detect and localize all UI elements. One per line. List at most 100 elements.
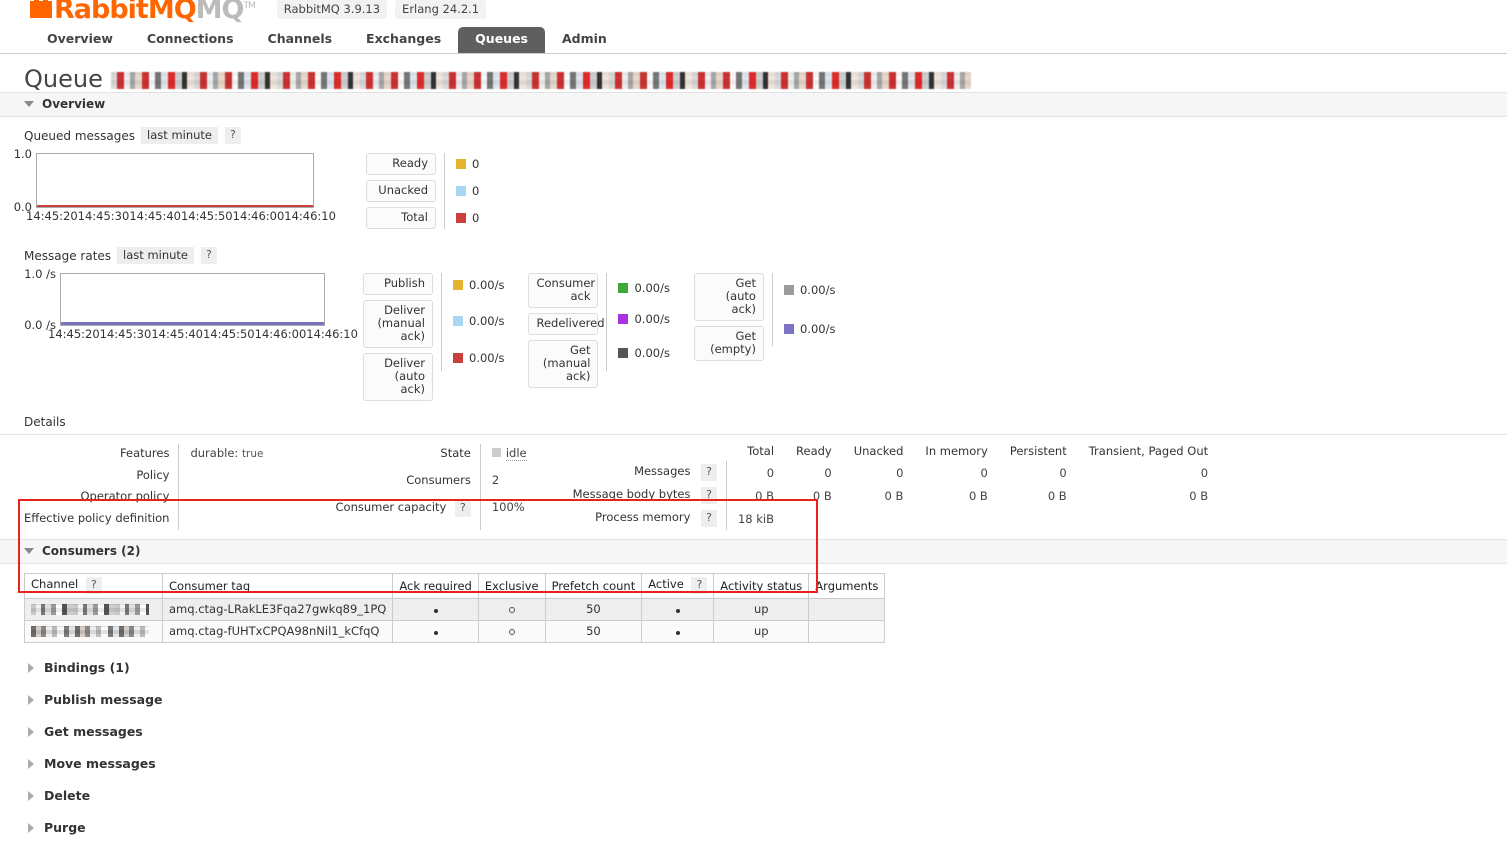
logo-tm-mark: TM xyxy=(243,1,255,11)
section-purge[interactable]: Purge xyxy=(0,812,1507,844)
message-rates-help-icon[interactable]: ? xyxy=(201,247,217,264)
cell-active xyxy=(641,620,715,643)
legend-button-consumer-ack[interactable]: Consumer ack xyxy=(528,273,599,308)
active-help-icon[interactable]: ? xyxy=(691,577,708,594)
section-publish-message[interactable]: Publish message xyxy=(0,684,1507,716)
body-bytes-help-icon[interactable]: ? xyxy=(701,487,717,504)
consumer-capacity-text: Consumer capacity xyxy=(335,500,447,515)
rates-y-min-label: 0.0 /s xyxy=(24,318,56,332)
consumers-label: Consumers xyxy=(406,473,471,488)
features-label: Features xyxy=(120,446,170,460)
cell-channel[interactable] xyxy=(24,620,163,643)
consumers-table-header: Channel ? Consumer tag Ack required Excl… xyxy=(24,573,886,599)
legend-button-publish[interactable]: Publish xyxy=(363,273,433,295)
queued-messages-range-button[interactable]: last minute xyxy=(141,127,219,144)
queued-xtick-5: 14:46:10 xyxy=(284,209,336,223)
rates-legend-col3: Get (auto ack) Get (empty) 0.00/s 0.00/s xyxy=(693,273,835,361)
detail-row-effective-policy: Effective policy definition xyxy=(24,508,276,530)
swatch-consumer-ack xyxy=(618,282,629,293)
process-memory-help-icon[interactable]: ? xyxy=(701,510,717,527)
details-stats-table: Total Ready Unacked In memory Persistent… xyxy=(573,444,1220,530)
cell-channel[interactable] xyxy=(24,598,163,621)
queued-messages-chart-row: 1.0 0.0 14:45:20 14:45:30 14:45:40 14:45… xyxy=(14,147,1507,229)
legend-button-total[interactable]: Total xyxy=(366,207,436,229)
tab-channels[interactable]: Channels xyxy=(251,27,350,53)
channel-help-icon[interactable]: ? xyxy=(85,577,102,594)
consumers-value: 2 xyxy=(479,471,539,499)
cell-exclusive xyxy=(477,598,546,621)
cell-activity-status: up xyxy=(713,620,810,643)
tab-overview[interactable]: Overview xyxy=(30,27,130,53)
stats-messages-unacked: 0 xyxy=(896,465,904,480)
rates-xtick-5: 14:46:10 xyxy=(306,327,358,341)
stats-body-persistent: 0 B xyxy=(1047,488,1067,503)
tab-admin[interactable]: Admin xyxy=(545,27,624,53)
legend-button-redelivered[interactable]: Redelivered xyxy=(528,313,605,335)
rabbitmq-logo[interactable]: RabbitMQMQTM xyxy=(30,0,256,23)
exclusive-false-icon xyxy=(509,602,515,616)
cell-consumer-tag: amq.ctag-fUHTxCPQA98nNil1_kCfqQ xyxy=(161,620,394,643)
legend-button-deliver-auto-ack[interactable]: Deliver (auto ack) xyxy=(363,353,433,401)
erlang-version-badge: Erlang 24.2.1 xyxy=(395,0,487,19)
queued-y-max-label: 1.0 xyxy=(13,147,32,161)
ack-required-true-icon xyxy=(434,624,438,638)
legend-button-get-auto-ack[interactable]: Get (auto ack) xyxy=(693,273,764,321)
legend-button-get-empty[interactable]: Get (empty) xyxy=(693,326,764,361)
operator-policy-value xyxy=(178,487,276,509)
swatch-get-manual-ack xyxy=(618,348,629,358)
value-consumer-ack: 0.00/s xyxy=(634,280,670,295)
section-get-messages-label: Get messages xyxy=(44,724,143,739)
section-purge-label: Purge xyxy=(44,820,86,835)
stats-row-process-memory: Process memory ? 18 kiB xyxy=(573,507,1220,530)
legend-button-ready[interactable]: Ready xyxy=(366,153,436,175)
queued-messages-help-icon[interactable]: ? xyxy=(225,127,241,144)
section-overview[interactable]: Overview xyxy=(0,92,1507,117)
section-overview-label: Overview xyxy=(42,97,106,111)
tab-exchanges[interactable]: Exchanges xyxy=(349,27,458,53)
section-delete[interactable]: Delete xyxy=(0,780,1507,812)
queued-messages-legend: Ready Unacked Total 0 0 0 xyxy=(366,153,479,229)
ack-required-true-icon xyxy=(434,602,438,616)
effective-policy-label: Effective policy definition xyxy=(24,510,170,525)
legend-button-get-manual-ack[interactable]: Get (manual ack) xyxy=(528,340,599,388)
section-get-messages[interactable]: Get messages xyxy=(0,716,1507,748)
section-move-messages[interactable]: Move messages xyxy=(0,748,1507,780)
section-consumers[interactable]: Consumers (2) xyxy=(0,539,1507,564)
main-navigation: Overview Connections Channels Exchanges … xyxy=(0,27,1507,54)
state-label: State xyxy=(440,446,471,460)
channel-redacted-value xyxy=(31,604,149,615)
tab-queues[interactable]: Queues xyxy=(458,27,545,53)
section-publish-message-label: Publish message xyxy=(44,692,163,707)
stats-col-ready: Ready xyxy=(796,444,832,458)
table-row[interactable]: amq.ctag-fUHTxCPQA98nNil1_kCfqQ 50 up xyxy=(24,620,886,643)
stats-body-unacked: 0 B xyxy=(884,488,904,503)
consumer-capacity-help-icon[interactable]: ? xyxy=(455,500,471,518)
rates-legend-col1: Publish Deliver (manual ack) Deliver (au… xyxy=(363,273,504,401)
details-section: Details Features durable: true Policy Op… xyxy=(0,411,1507,530)
tab-connections[interactable]: Connections xyxy=(130,27,251,53)
legend-value-consumer-ack: 0.00/s xyxy=(618,273,670,302)
operator-policy-label: Operator policy xyxy=(80,489,170,503)
queued-series-total-line xyxy=(37,205,313,207)
rates-legend-values-1: 0.00/s 0.00/s 0.00/s xyxy=(441,273,504,371)
stats-body-ready: 0 B xyxy=(812,488,832,503)
details-body: Features durable: true Policy Operator p… xyxy=(0,435,1507,530)
col-ack-required: Ack required xyxy=(392,573,479,599)
rates-legend-buttons-1: Publish Deliver (manual ack) Deliver (au… xyxy=(363,273,433,401)
rates-legend-buttons-3: Get (auto ack) Get (empty) xyxy=(693,273,764,361)
queued-messages-label: Queued messages xyxy=(24,128,136,143)
legend-button-unacked[interactable]: Unacked xyxy=(366,180,436,202)
rates-x-axis: 14:45:20 14:45:30 14:45:40 14:45:50 14:4… xyxy=(48,327,358,341)
state-value-cell: idle xyxy=(479,444,539,472)
message-rates-range-button[interactable]: last minute xyxy=(117,247,195,264)
col-activity-status: Activity status xyxy=(713,573,810,599)
section-bindings[interactable]: Bindings (1) xyxy=(0,652,1507,684)
legend-value-unacked: 0 xyxy=(456,180,479,202)
messages-help-icon[interactable]: ? xyxy=(701,464,717,481)
table-row[interactable]: amq.ctag-LRakLE3Fqa27gwkq89_1PQ 50 up xyxy=(24,598,886,621)
stats-messages-ready: 0 xyxy=(824,465,832,480)
legend-button-deliver-manual-ack[interactable]: Deliver (manual ack) xyxy=(363,300,433,348)
swatch-get-empty xyxy=(783,324,794,334)
swatch-total xyxy=(456,213,466,223)
section-runtime-metrics[interactable]: Runtime Metrics (Advanced) xyxy=(0,844,1507,853)
